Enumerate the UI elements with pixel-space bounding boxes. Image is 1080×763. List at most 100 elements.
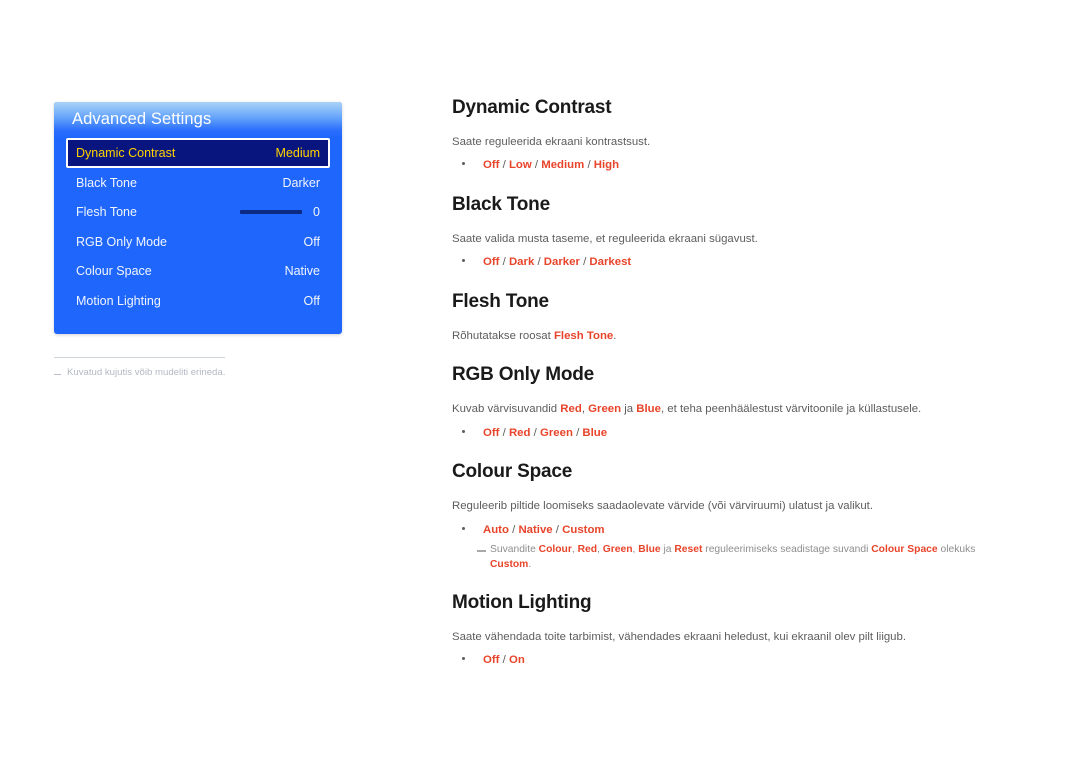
osd-row-value: Native xyxy=(284,264,320,279)
option-value: Dark xyxy=(508,256,535,269)
option-separator: / xyxy=(579,256,590,269)
option-separator: / xyxy=(552,523,563,536)
footnote-text: Kuvatud kujutis võib mudeliti erineda. xyxy=(67,367,226,378)
bullet-icon xyxy=(462,162,465,166)
option-separator: / xyxy=(499,159,509,172)
option-value: Green xyxy=(539,426,573,439)
osd-slider[interactable]: 0 xyxy=(240,205,320,219)
bullet-icon xyxy=(462,526,465,530)
osd-header: Advanced Settings xyxy=(54,102,342,138)
option-list: Off / Dark / Darker / Darkest xyxy=(483,254,631,271)
body-text: Rõhutatakse roosat xyxy=(452,329,554,342)
osd-title: Advanced Settings xyxy=(72,110,212,128)
option-list: Off / On xyxy=(483,652,525,669)
option-value: Auto xyxy=(483,523,509,536)
section-heading: Colour Space xyxy=(452,461,573,483)
content-column: Dynamic Contrast Saate reguleerida ekraan… xyxy=(452,97,1012,671)
highlight-term: Green xyxy=(602,544,633,556)
body-text: ja xyxy=(660,544,675,556)
option-list: Off / Red / Green / Blue xyxy=(483,425,607,442)
option-bullet-row: Off / On xyxy=(452,652,1012,669)
bullet-icon xyxy=(462,657,465,661)
body-text: reguleerimiseks seadistage suvandi xyxy=(702,544,872,556)
body-text: Kuvab värvisuvandid xyxy=(452,403,561,416)
section-description: Reguleerib piltide loomiseks saadaolevat… xyxy=(452,500,874,513)
section-dynamic-contrast: Dynamic Contrast Saate reguleerida ekraan… xyxy=(452,97,1012,174)
highlight-term: Colour xyxy=(538,544,572,556)
osd-row-value: Off xyxy=(303,293,320,308)
section-description: Kuvab värvisuvandid Red, Green ja Blue, … xyxy=(452,401,1012,418)
osd-row-rgb-only-mode[interactable]: RGB Only Mode Off xyxy=(66,227,330,257)
osd-row-value: Darker xyxy=(282,175,320,190)
body-text: . xyxy=(528,558,532,570)
option-value: Low xyxy=(508,159,532,172)
highlight-term: Custom xyxy=(490,558,529,570)
section-description: Saate vähendada toite tarbimist, vähenda… xyxy=(452,630,907,643)
slider-track[interactable] xyxy=(240,210,303,215)
note-dash-icon xyxy=(477,550,486,552)
option-separator: / xyxy=(531,159,542,172)
section-heading: RGB Only Mode xyxy=(452,364,595,386)
option-value: Native xyxy=(518,523,553,536)
section-note: Suvandite Colour, Red, Green, Blue ja Re… xyxy=(452,543,1012,572)
section-heading: Black Tone xyxy=(452,193,550,215)
body-text: , et teha peenhäälestust värvitoonile ja… xyxy=(660,403,922,416)
osd-row-colour-space[interactable]: Colour Space Native xyxy=(66,257,330,287)
section-description: Rõhutatakse roosat Flesh Tone. xyxy=(452,328,1012,345)
osd-menu-list: Dynamic Contrast Medium Black Tone Darker Fl… xyxy=(54,138,342,316)
osd-row-label: Flesh Tone xyxy=(76,205,137,220)
option-bullet-row: Off / Low / Medium / High xyxy=(452,157,1012,174)
option-value: Red xyxy=(508,426,531,439)
option-bullet-row: Auto / Native / Custom xyxy=(452,522,1012,539)
osd-row-dynamic-contrast[interactable]: Dynamic Contrast Medium xyxy=(66,138,330,168)
footnote-divider xyxy=(54,357,225,358)
osd-row-label: Colour Space xyxy=(76,264,152,279)
osd-row-value: 0 xyxy=(313,205,320,220)
option-value: High xyxy=(593,159,620,172)
dash-icon xyxy=(54,374,61,375)
section-description: Saate valida musta taseme, et reguleerid… xyxy=(452,232,758,245)
option-value: On xyxy=(508,654,525,667)
osd-row-flesh-tone[interactable]: Flesh Tone 0 xyxy=(66,198,330,228)
body-text: olekuks xyxy=(937,544,976,556)
option-value: Custom xyxy=(562,523,605,536)
osd-row-black-tone[interactable]: Black Tone Darker xyxy=(66,168,330,198)
option-separator: / xyxy=(499,256,509,269)
body-text: Suvandite xyxy=(490,544,539,556)
osd-menu-panel: Advanced Settings Dynamic Contrast Medium… xyxy=(54,102,342,334)
option-separator: / xyxy=(530,426,540,439)
bullet-icon xyxy=(462,429,465,433)
highlight-term: Red xyxy=(577,544,598,556)
section-flesh-tone: Flesh Tone Rõhutatakse roosat Flesh Tone. xyxy=(452,290,1012,345)
option-separator: / xyxy=(584,159,594,172)
option-list: Off / Low / Medium / High xyxy=(483,157,619,174)
option-separator: / xyxy=(499,654,509,667)
option-value: Off xyxy=(483,426,500,439)
section-rgb-only-mode: RGB Only Mode Kuvab värvisuvandid Red, Gr… xyxy=(452,364,1012,442)
section-heading: Motion Lighting xyxy=(452,592,592,614)
section-heading: Dynamic Contrast xyxy=(452,97,612,118)
highlight-term: Reset xyxy=(674,544,703,556)
option-value: Blue xyxy=(582,426,608,439)
section-colour-space: Colour Space Reguleerib piltide loomiseks… xyxy=(452,461,1012,572)
osd-footnote: Kuvatud kujutis võib mudeliti erineda. xyxy=(54,357,344,379)
option-separator: / xyxy=(508,523,519,536)
bullet-icon xyxy=(462,259,465,263)
body-text: ja xyxy=(621,403,637,416)
section-motion-lighting: Motion Lighting Saate vähendada toite tar… xyxy=(452,592,1012,669)
option-value: Off xyxy=(483,654,500,667)
highlight-term: Flesh Tone xyxy=(553,329,614,342)
highlight-term: Green xyxy=(588,403,622,416)
option-separator: / xyxy=(534,256,544,269)
option-value: Darker xyxy=(543,256,580,269)
option-value: Medium xyxy=(541,159,585,172)
option-bullet-row: Off / Dark / Darker / Darkest xyxy=(452,254,1012,271)
section-heading: Flesh Tone xyxy=(452,290,549,312)
footnote-row: Kuvatud kujutis võib mudeliti erineda. xyxy=(54,367,344,379)
osd-row-motion-lighting[interactable]: Motion Lighting Off xyxy=(66,286,330,316)
option-value: Off xyxy=(483,159,500,172)
note-text: Suvandite Colour, Red, Green, Blue ja Re… xyxy=(490,543,1012,572)
option-value: Darkest xyxy=(589,256,632,269)
section-description: Saate reguleerida ekraani kontrastsust. xyxy=(452,135,651,148)
highlight-term: Blue xyxy=(636,403,661,416)
